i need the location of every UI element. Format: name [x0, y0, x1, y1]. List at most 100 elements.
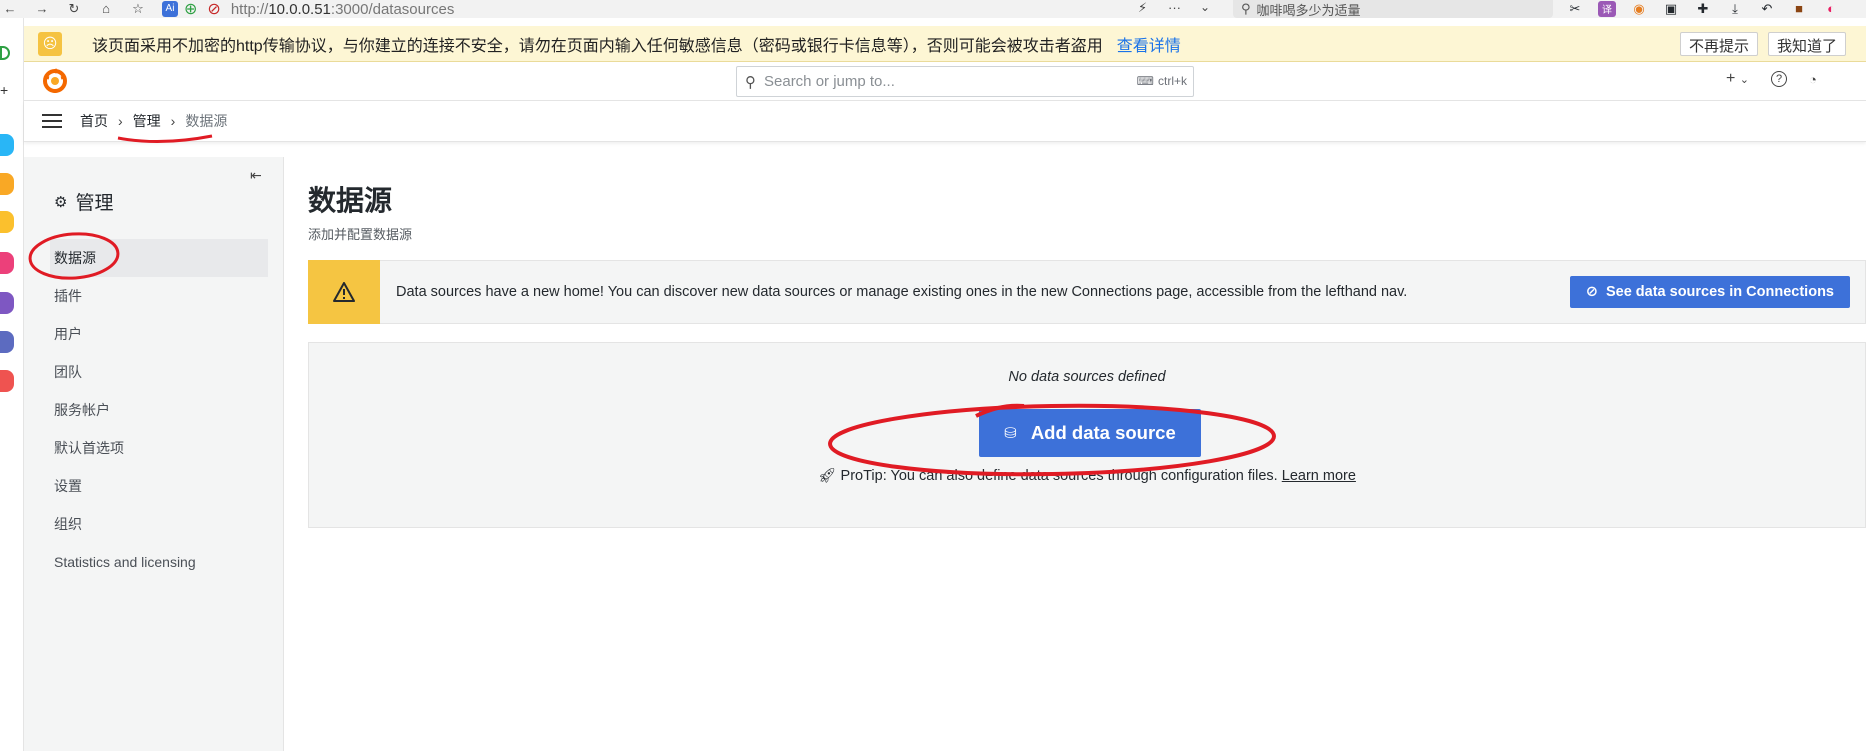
breadcrumb-admin[interactable]: 管理	[133, 111, 161, 131]
bookmark-star-icon[interactable]: ☆	[130, 1, 146, 17]
warning-face-icon: ☹	[38, 31, 62, 56]
app-side-icon-3[interactable]	[0, 211, 14, 233]
sidebar-item-users[interactable]: 用户	[24, 315, 268, 353]
sidebar-item-service-accounts[interactable]: 服务帐户	[24, 391, 268, 429]
shortcut-text: ctrl+k	[1157, 74, 1187, 88]
home-side-icon[interactable]	[0, 46, 10, 60]
app-side-icon-6[interactable]	[0, 331, 14, 353]
sidebar-title: ⚙ 管理	[54, 188, 113, 215]
search-icon: ⚲	[1241, 1, 1251, 16]
sidebar-nav: 数据源 插件 用户 团队 服务帐户 默认首选项 设置 组织 Statistics…	[24, 239, 268, 581]
collapse-sidebar-icon[interactable]: ⇤	[250, 167, 262, 184]
alert-message: Data sources have a new home! You can di…	[396, 284, 1408, 300]
add-new-button[interactable]: + ⌄	[1726, 70, 1749, 88]
puzzle-icon[interactable]: ✚	[1694, 1, 1712, 17]
sidebar-item-label: 服务帐户	[54, 402, 110, 418]
browser-side-strip: +	[0, 18, 24, 751]
more-icon[interactable]: ···	[1168, 0, 1181, 15]
grafana-logo-icon[interactable]	[42, 68, 68, 94]
ai-extension-icon[interactable]: Ai	[162, 1, 178, 17]
empty-message: No data sources defined	[1008, 369, 1166, 385]
sidebar-item-settings[interactable]: 设置	[24, 467, 268, 505]
url-text: http://10.0.0.51:3000/datasources	[230, 0, 455, 18]
dont-remind-button[interactable]: 不再提示	[1680, 32, 1759, 56]
database-icon: ⛁	[1004, 425, 1017, 442]
help-icon[interactable]: ?	[1771, 71, 1788, 87]
sidebar-item-label: 插件	[54, 288, 82, 304]
insecure-icon[interactable]: ⊘	[207, 0, 220, 19]
sidebar-item-teams[interactable]: 团队	[24, 353, 268, 391]
got-it-button[interactable]: 我知道了	[1768, 32, 1847, 56]
see-connections-button[interactable]: ⊘ See data sources in Connections	[1569, 276, 1850, 308]
learn-more-link[interactable]: Learn more	[1282, 468, 1356, 484]
download-icon[interactable]: ⤓	[1726, 1, 1744, 17]
add-data-source-label: Add data source	[1030, 422, 1176, 443]
search-icon: ⚲	[745, 73, 756, 91]
chevron-down-icon[interactable]: ⌄	[1200, 0, 1210, 14]
breadcrumb-current: 数据源	[185, 113, 228, 129]
game-icon[interactable]: ◉	[1630, 1, 1648, 17]
reload-icon[interactable]: ↻	[66, 1, 82, 17]
scissors-icon[interactable]: ✂	[1566, 1, 1584, 17]
sidebar-item-preferences[interactable]: 默认首选项	[24, 429, 268, 467]
see-connections-label: See data sources in Connections	[1605, 284, 1834, 300]
breadcrumb: 首页 › 管理 › 数据源	[24, 101, 1866, 142]
shortcut-hint: ⌨ ctrl+k	[1137, 74, 1187, 88]
shield-color-icon[interactable]: ◐	[1822, 1, 1840, 17]
sidebar-item-label: 设置	[54, 478, 82, 494]
grafana-top-nav: ⚲ Search or jump to... ⌨ ctrl+k + ⌄ ? ◔	[24, 62, 1866, 101]
chevron-down-icon: ⌄	[1739, 74, 1750, 86]
chevron-right-icon: ›	[118, 113, 123, 129]
rss-news-icon[interactable]: ◔	[1809, 72, 1817, 87]
extension-icons: ✂ 译 ◉ ▣ ✚ ⤓ ↶ ■ ◐	[1566, 0, 1840, 18]
link-icon: ⊘	[1585, 284, 1598, 300]
sidebar-item-label: 默认首选项	[54, 440, 124, 456]
flash-icon[interactable]: ⚡	[1138, 0, 1147, 16]
bookmark-icon[interactable]: ▣	[1662, 1, 1680, 17]
sidebar-item-orgs[interactable]: 组织	[24, 505, 268, 543]
admin-sidebar: ⇤ ⚙ 管理 数据源 插件 用户 团队 服务帐户 默认首选项 设置 组织 Sta…	[24, 157, 284, 751]
browser-search-box[interactable]: ⚲ 咖啡喝多少为适量	[1233, 0, 1553, 18]
warning-message: 该页面采用不加密的http传输协议，与你建立的连接不安全，请勿在页面内输入任何敏…	[92, 37, 1103, 55]
app-side-icon-2[interactable]	[0, 173, 14, 195]
translate-icon[interactable]: 译	[1598, 1, 1616, 17]
home-icon[interactable]: ⌂	[98, 1, 114, 17]
shield-icon: ⊕	[184, 1, 198, 18]
sidebar-item-datasources[interactable]: 数据源	[50, 239, 268, 277]
insecure-warning-bar: ☹ 该页面采用不加密的http传输协议，与你建立的连接不安全，请勿在页面内输入任…	[24, 26, 1866, 62]
briefcase-icon[interactable]: ■	[1790, 1, 1808, 17]
sidebar-item-label: Statistics and licensing	[54, 554, 196, 570]
protip: 🚀︎ ProTip: You can also define data sour…	[309, 467, 1865, 484]
protip-text: ProTip: You can also define data sources…	[840, 468, 1278, 484]
app-side-icon-4[interactable]	[0, 252, 14, 274]
browser-search-text: 咖啡喝多少为适量	[1256, 2, 1361, 18]
back-icon[interactable]: ←	[2, 1, 18, 17]
forward-icon[interactable]: →	[34, 1, 50, 17]
grafana-search-input[interactable]: ⚲ Search or jump to... ⌨ ctrl+k	[736, 66, 1194, 97]
undo-icon[interactable]: ↶	[1758, 1, 1776, 17]
warning-icon	[308, 260, 380, 324]
sidebar-item-label: 数据源	[54, 250, 96, 266]
add-side-icon[interactable]: +	[0, 82, 14, 104]
page-title: 数据源	[308, 185, 393, 216]
app-side-icon-1[interactable]	[0, 134, 14, 156]
app-side-icon-5[interactable]	[0, 292, 14, 314]
sidebar-title-text: 管理	[75, 193, 114, 214]
main-content: 数据源 添加并配置数据源 Data sources have a new hom…	[284, 157, 1866, 751]
details-link[interactable]: 查看详情	[1117, 32, 1181, 56]
menu-icon[interactable]	[42, 114, 62, 128]
address-bar[interactable]: ⊕ ⊘ http://10.0.0.51:3000/datasources	[184, 0, 1264, 18]
add-data-source-button[interactable]: ⛁ Add data source	[979, 409, 1201, 457]
sidebar-item-label: 团队	[54, 364, 82, 380]
page-subtitle: 添加并配置数据源	[308, 227, 413, 242]
sidebar-item-plugins[interactable]: 插件	[24, 277, 268, 315]
sidebar-item-label: 组织	[54, 516, 82, 532]
breadcrumb-home[interactable]: 首页	[80, 111, 108, 131]
chevron-right-icon: ›	[170, 113, 176, 129]
sidebar-item-stats[interactable]: Statistics and licensing	[24, 543, 268, 581]
gear-icon: ⚙	[54, 193, 68, 211]
app-side-icon-7[interactable]	[0, 370, 14, 392]
top-right-actions: + ⌄ ? ◔	[1726, 70, 1817, 88]
rocket-icon: 🚀︎	[818, 468, 837, 484]
keyboard-icon: ⌨	[1136, 74, 1154, 88]
